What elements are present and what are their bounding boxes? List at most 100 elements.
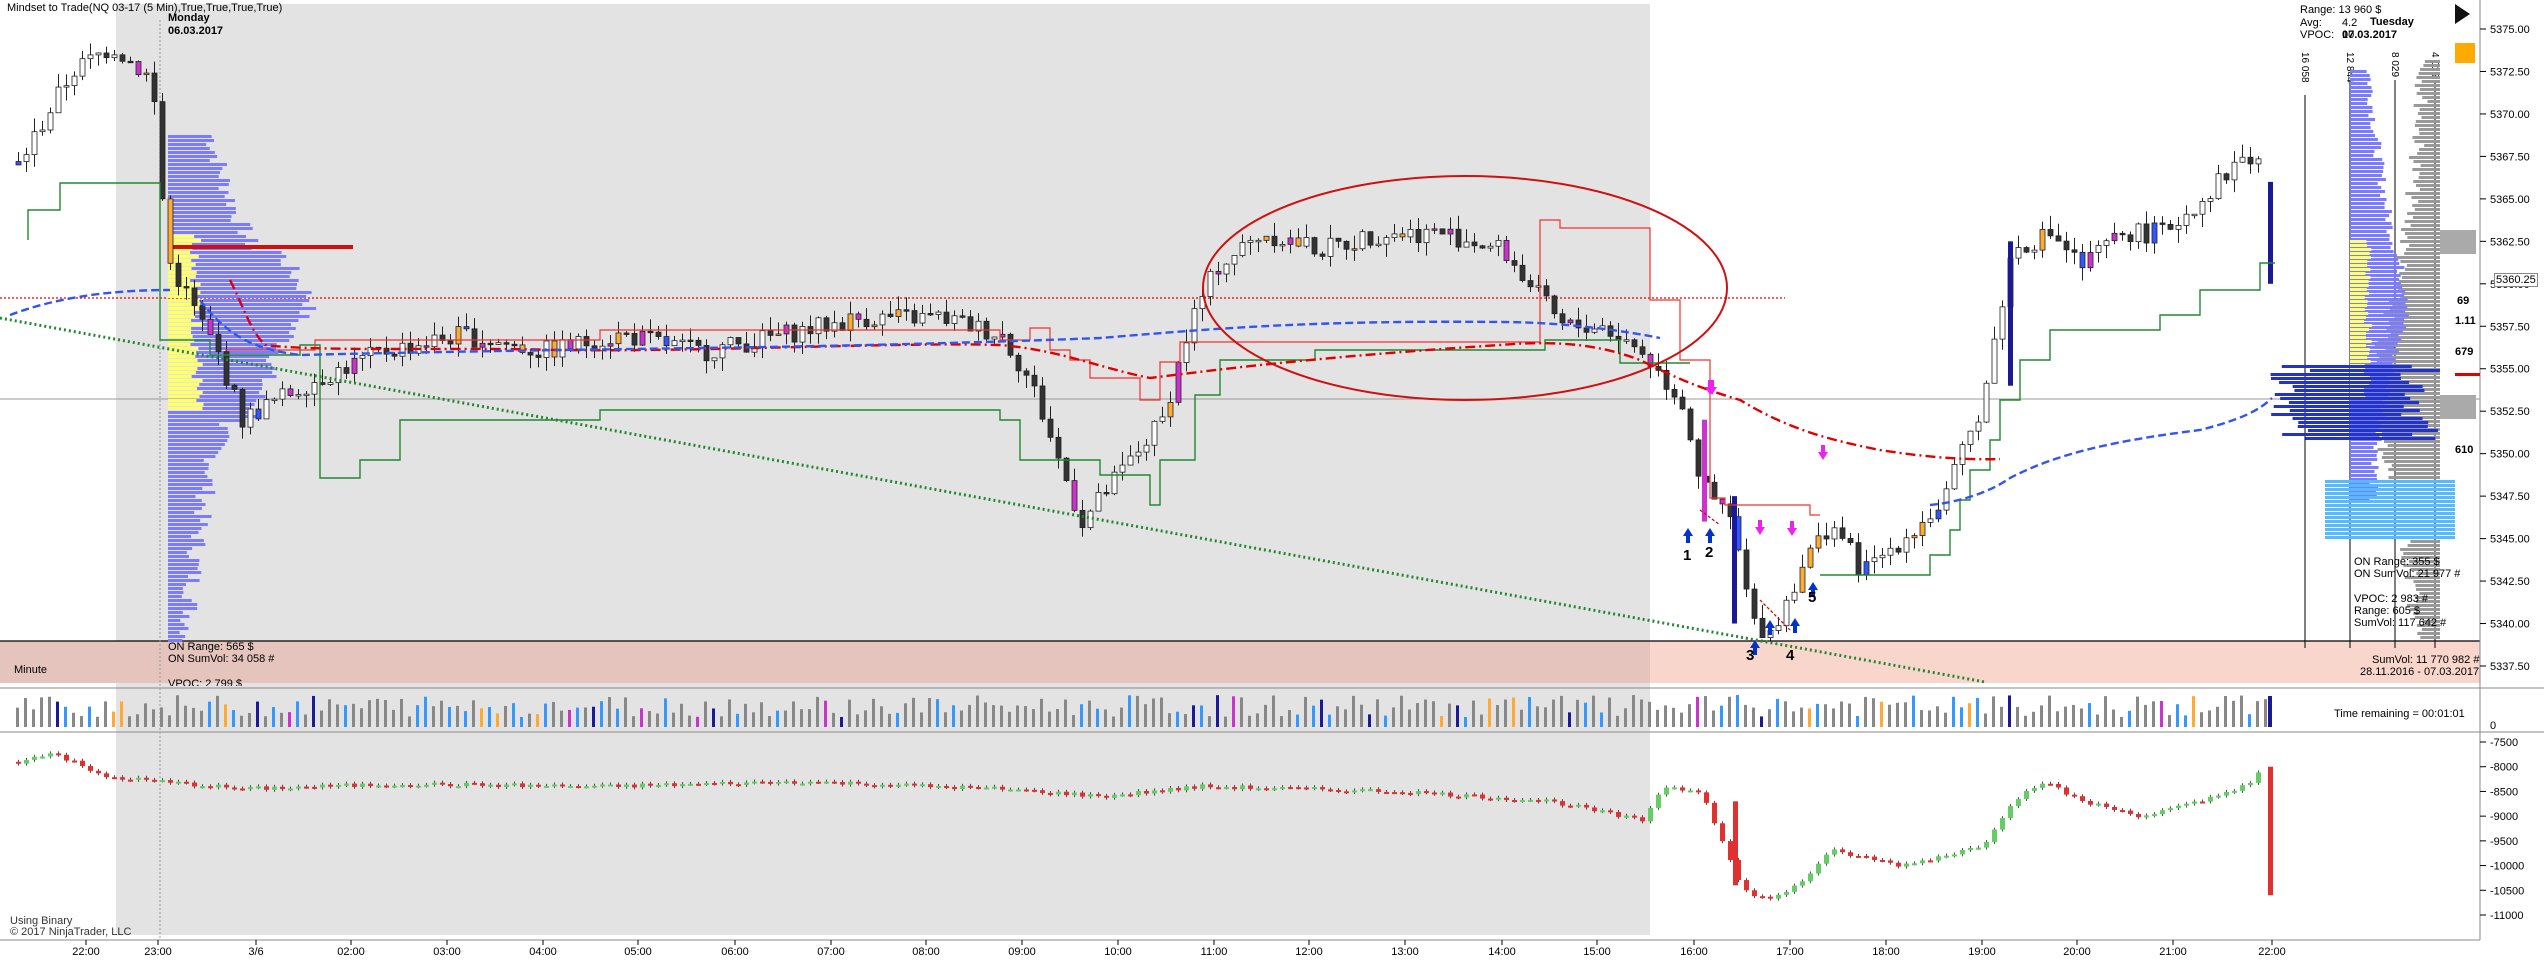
time-remaining: Time remaining = 00:01:01: [2334, 708, 2465, 720]
indicator-candle: [408, 785, 413, 788]
volume-bar: [2152, 701, 2155, 727]
volume-bar: [1664, 705, 1667, 727]
volume-bar: [1584, 702, 1587, 727]
volume-bar: [1480, 714, 1483, 727]
volume-bar: [1688, 704, 1691, 727]
indicator-candle: [1320, 787, 1325, 790]
volume-bar: [1552, 699, 1555, 727]
indicator-candle: [1504, 797, 1509, 801]
volume-bar: [48, 696, 51, 727]
indicator-candle: [2016, 799, 2021, 807]
volume-bar: [984, 702, 987, 727]
volume-bar: [872, 698, 875, 727]
volume-bar: [608, 697, 611, 727]
volume-bar: [1328, 714, 1331, 727]
tue-profile-bar: [2350, 218, 2386, 221]
indicator-candle: [800, 783, 805, 786]
candle-body: [1631, 339, 1638, 348]
tue-profile-grey-bar: [2388, 468, 2440, 471]
tue-profile-grey-bar: [2424, 144, 2440, 147]
indicator-candle: [272, 786, 277, 790]
volume-bar: [2072, 704, 2075, 727]
volume-bar: [208, 701, 211, 727]
volume-bar: [2240, 695, 2243, 727]
indicator-candle: [1072, 792, 1077, 796]
chart-canvas[interactable]: 5375.00 5372.50 5370.00 5367.50 5365.00 5362.…: [0, 0, 2544, 961]
tue-profile-bar: [2350, 206, 2385, 209]
tue-profile-grey-bar: [2420, 636, 2440, 639]
candle-body: [1335, 237, 1342, 242]
volume-bar: [2080, 708, 2083, 727]
indicator-candle: [2240, 785, 2245, 791]
tue-profile-cyan-bar: [2325, 492, 2455, 495]
mon-profile-value-area: [168, 271, 197, 274]
indicator-candle: [720, 781, 725, 784]
volume-bar: [1192, 705, 1195, 727]
tue-profile-grey-bar: [2407, 212, 2440, 215]
tue-profile-bar: [2350, 454, 2377, 457]
indicator-candle: [1080, 792, 1085, 797]
mon-profile-bar: [168, 227, 253, 230]
volume-bar: [784, 710, 787, 727]
volume-bar: [1240, 697, 1243, 727]
indicator-candle: [1040, 790, 1045, 793]
candle-body: [895, 309, 902, 317]
indicator-candle: [144, 777, 149, 780]
indicator-candle: [1144, 790, 1149, 794]
candle-body: [847, 313, 854, 331]
indicator-candle: [2232, 790, 2237, 793]
tue-profile-grey-bar: [2416, 92, 2440, 95]
indicator-candle: [248, 787, 253, 790]
volume-bar: [1776, 698, 1779, 727]
tue-profile-value-area: [2350, 312, 2369, 315]
indicator-candle: [2104, 803, 2109, 807]
indicator-candle: [984, 787, 989, 790]
tue-profile-bar: [2350, 174, 2382, 177]
tue-profile-dark-bar: [2297, 425, 2428, 428]
tue-profile-bar: [2350, 154, 2374, 157]
volume-bar: [576, 707, 579, 727]
indicator-candle: [808, 781, 813, 784]
volume-bar: [368, 700, 371, 727]
indicator-candle: [832, 781, 837, 784]
indicator-candle: [1752, 890, 1757, 897]
tue-profile-bar: [2350, 94, 2372, 97]
indicator-candle: [376, 785, 381, 788]
candle-body: [423, 345, 430, 348]
volume-bar: [1344, 709, 1347, 727]
chart-window[interactable]: 5375.00 5372.50 5370.00 5367.50 5365.00 5362.…: [0, 0, 2544, 961]
volume-bar: [1432, 701, 1435, 727]
indicator-candle: [672, 783, 677, 787]
indicator-candle: [1168, 787, 1173, 792]
mon-profile-value-area: [168, 383, 200, 386]
price-tick-label: 5370.00: [2490, 109, 2530, 121]
volume-bar: [200, 710, 203, 727]
indicator-candle: [520, 783, 525, 788]
tue-profile-bar: [2350, 106, 2373, 109]
tue-profile-grey-bar: [2408, 156, 2440, 159]
candle-body: [1007, 333, 1014, 356]
candle-body: [1559, 313, 1566, 324]
indicator-candle: [1824, 854, 1829, 864]
price-tick-label: 5340.00: [2490, 619, 2530, 631]
indicator-candle: [88, 765, 93, 771]
volume-bar: [712, 708, 715, 727]
volume-bar: [1824, 704, 1827, 727]
indicator-candle: [960, 785, 965, 790]
volume-bar: [1736, 695, 1739, 727]
mon-profile-value-area: [168, 399, 197, 402]
volume-bar: [1384, 715, 1387, 727]
mon-profile-bar: [168, 475, 208, 478]
mon-profile-bar: [168, 559, 200, 562]
vertical-volume-label: 8 029: [2389, 52, 2400, 77]
tue-profile-bar: [2350, 446, 2374, 449]
tue-profile-value-area: [2350, 252, 2370, 255]
candle-body: [1639, 346, 1646, 355]
indicator-candle: [576, 786, 581, 789]
indicator-candle: [496, 784, 501, 788]
stat-range: Range: 13 960 $: [2300, 4, 2382, 16]
price-tick-label: 5367.50: [2490, 151, 2530, 163]
candle-body: [1847, 538, 1854, 544]
volume-bar: [1000, 705, 1003, 727]
candle-body: [655, 331, 662, 337]
